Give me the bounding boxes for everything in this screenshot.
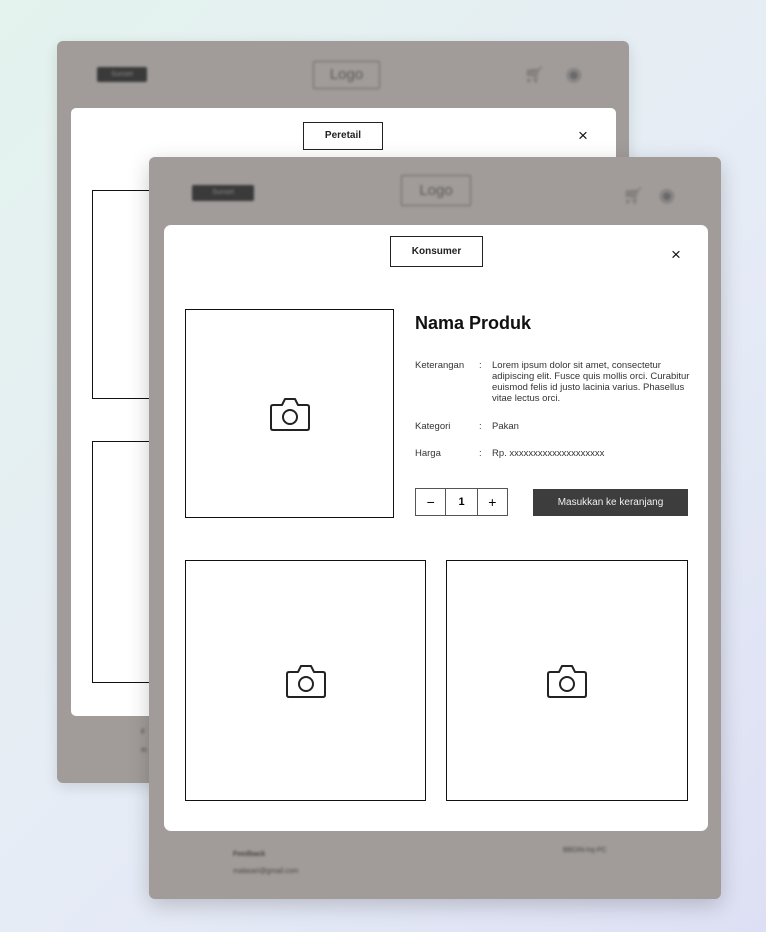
description-row: Keterangan : Lorem ipsum dolor sit amet,… (415, 360, 705, 410)
camera-icon (269, 397, 310, 431)
increase-button[interactable]: + (478, 489, 507, 515)
product-modal: Konsumer × Nama Produk Keterangan : Lore… (164, 225, 708, 831)
mode-label: Peretail (303, 122, 383, 150)
main-product-image[interactable] (185, 309, 394, 518)
profile-icon[interactable]: ◉ (566, 64, 582, 85)
logo: Logo (313, 61, 380, 89)
description-label: Keterangan (415, 360, 465, 371)
separator: : (479, 448, 482, 459)
category-row: Kategori : Pakan (415, 421, 705, 433)
mode-label: Konsumer (390, 236, 483, 267)
close-button[interactable]: × (671, 246, 681, 263)
cart-icon[interactable]: 🛒︎ (623, 186, 643, 206)
price-label: Harga (415, 448, 441, 459)
login-button[interactable]: Sunset (192, 185, 254, 201)
product-name: Nama Produk (415, 313, 532, 333)
price-row: Harga : Rp. xxxxxxxxxxxxxxxxxxxx (415, 448, 705, 460)
footer-email: m (141, 747, 147, 754)
category-label: Kategori (415, 421, 451, 432)
price-value: Rp. xxxxxxxxxxxxxxxxxxxx (492, 448, 605, 459)
separator: : (479, 360, 482, 371)
decrease-button[interactable]: − (416, 489, 445, 515)
footer-title: F (141, 729, 146, 736)
logo: Logo (401, 175, 471, 206)
close-button[interactable]: × (578, 127, 588, 144)
camera-icon (285, 664, 326, 698)
login-button[interactable]: Sunset (97, 67, 147, 82)
footer-title: Feedback (233, 851, 266, 858)
footer-right-text: BBDIN-hq-PC (563, 847, 607, 854)
add-to-cart-button[interactable]: Masukkan ke keranjang (533, 489, 688, 516)
product-image-thumbnail[interactable] (185, 560, 426, 801)
product-image-thumbnail[interactable] (446, 560, 688, 801)
front-window: Sunset Logo 🛒︎ ◉ Konsumer × Nama Produk … (149, 157, 721, 899)
quantity-stepper: − 1 + (415, 488, 508, 516)
quantity-value[interactable]: 1 (445, 489, 478, 515)
description-text: Lorem ipsum dolor sit amet, consectetur … (492, 360, 690, 404)
category-value: Pakan (492, 421, 519, 432)
profile-icon[interactable]: ◉ (659, 185, 675, 206)
cart-icon[interactable]: 🛒︎ (524, 65, 544, 85)
camera-icon (547, 664, 587, 698)
footer-email: malasari@gmail.com (233, 868, 299, 875)
separator: : (479, 421, 482, 432)
